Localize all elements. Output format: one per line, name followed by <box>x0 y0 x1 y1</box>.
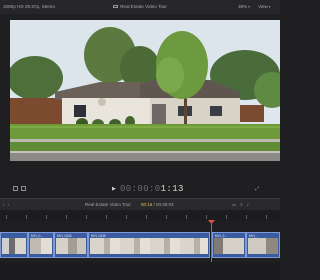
ruler-tick <box>146 215 147 219</box>
ruler-tick <box>246 215 247 219</box>
viewer-toolbar: 1080p HD 29.97p, Stereo Real Estate Vide… <box>0 0 280 14</box>
timeline-nav: ‹ › <box>3 202 9 207</box>
clip-thumbnail <box>30 238 52 254</box>
clip-thumbnail <box>214 238 244 254</box>
ruler-tick <box>46 215 47 219</box>
ruler-tick <box>166 215 167 219</box>
timeline-duration: 00:16 / 00:49:03 <box>141 202 174 207</box>
ruler-tick <box>266 215 267 219</box>
ruler-tick <box>206 215 207 219</box>
video-viewer[interactable] <box>10 20 280 161</box>
clip-label: MVI_... <box>249 233 260 238</box>
zoom-icon[interactable]: ⌕ <box>240 202 243 208</box>
timeline-clip[interactable]: MVI_0... <box>28 232 54 258</box>
zoom-value: 38% <box>238 4 248 9</box>
fullscreen-icon[interactable]: ⤢ <box>255 186 259 192</box>
chevron-down-icon: ▾ <box>248 5 250 9</box>
transport-bar: ▶ 00:00:01:13 ⤢ <box>0 184 280 197</box>
timeline-clip[interactable] <box>0 232 28 258</box>
clip-label: MVI_0... <box>31 233 43 238</box>
ruler-tick <box>126 215 127 219</box>
timeline-total: 00:49:03 <box>156 202 174 207</box>
ruler-tick <box>186 215 187 219</box>
ruler-tick <box>66 215 67 219</box>
viewer-options <box>13 186 26 191</box>
timeline-clip[interactable]: MVI_0434 <box>54 232 88 258</box>
clip-thumbnail <box>90 238 208 254</box>
timeline-project-title: Real Estate Video Tour <box>85 202 131 207</box>
ruler-tick <box>26 215 27 219</box>
chevron-down-icon: ▾ <box>268 5 271 9</box>
audio-icon[interactable]: ♪ <box>247 202 249 208</box>
playhead-handle[interactable] <box>208 220 215 224</box>
timeline-clip[interactable]: MVI_... <box>246 232 280 258</box>
timeline-clip[interactable]: MVI_0435 <box>88 232 210 258</box>
ruler-tick <box>226 215 227 219</box>
timeline-header: ‹ › Real Estate Video Tour 00:16 / 00:49… <box>0 198 280 210</box>
timeline-tools: ▭ ⌕ ♪ <box>232 202 249 208</box>
timeline-position: 00:16 <box>141 202 153 207</box>
clip-thumbnail <box>2 238 26 254</box>
timeline-ruler[interactable] <box>0 210 280 220</box>
timecode-current: 1:13 <box>160 184 184 194</box>
playhead[interactable] <box>211 220 212 262</box>
clip-label: MVI_0435 <box>91 233 106 238</box>
ruler-tick <box>6 215 7 219</box>
play-icon[interactable]: ▶ <box>112 186 116 192</box>
ruler-tick <box>106 215 107 219</box>
timeline-empty-area <box>0 262 280 280</box>
timeline-clip[interactable]: MVI_0... <box>212 232 246 258</box>
view-label: View <box>258 4 268 9</box>
timecode-prefix: 00:00:0 <box>120 184 161 194</box>
clip-thumbnail <box>248 238 278 254</box>
film-icon <box>113 5 119 9</box>
ruler-tick <box>86 215 87 219</box>
transform-icon[interactable] <box>21 186 26 191</box>
forward-icon[interactable]: › <box>8 202 10 207</box>
clip-label: MVI_0434 <box>57 233 72 238</box>
viewer-title: Real Estate Video Tour <box>120 4 167 9</box>
video-frame <box>10 20 280 161</box>
primary-storyline: MVI_0... MVI_0434 MVI_0435 MVI_0... MVI_… <box>0 232 280 258</box>
viewer-icon[interactable] <box>13 186 18 191</box>
clip-appearance-icon[interactable]: ▭ <box>232 202 236 208</box>
zoom-menu[interactable]: 38%▾ <box>238 4 250 9</box>
clip-label: MVI_0... <box>215 233 227 238</box>
timecode-display[interactable]: 00:00:01:13 <box>120 184 184 194</box>
clip-thumbnail <box>56 238 86 254</box>
back-icon[interactable]: ‹ <box>3 202 5 207</box>
view-menu[interactable]: View▾ <box>258 4 271 9</box>
